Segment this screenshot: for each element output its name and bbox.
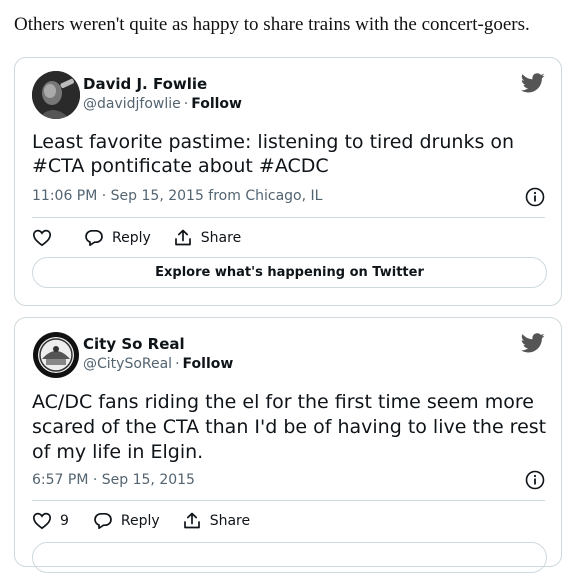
avatar[interactable] [32,331,80,379]
author-name[interactable]: David J. Fowlie [83,75,207,93]
tweet-text: AC/DC fans riding the el for the first t… [32,391,547,463]
tweet-actions: Reply Share [32,226,241,250]
separator: · [175,356,180,372]
reply-label: Reply [112,230,151,246]
avatar[interactable] [32,71,80,119]
author-handle-row: @CitySoReal · Follow [83,356,233,372]
share-label: Share [209,513,251,529]
reply-icon [94,512,112,530]
author-name[interactable]: City So Real [83,335,185,353]
article-intro-text: Others weren't quite as happy to share t… [14,14,530,35]
like-button[interactable] [32,228,60,248]
person-photo-icon [32,71,80,119]
divider [32,500,545,501]
heart-icon [32,229,52,247]
divider [32,217,545,218]
reply-label: Reply [120,513,160,529]
explore-button[interactable] [32,542,547,573]
share-button[interactable]: Share [173,228,241,248]
tweet-text: Least favorite pastime: listening to tir… [32,131,515,177]
heart-icon [32,512,52,530]
like-count: 9 [60,513,69,529]
city-seal-icon [33,332,79,378]
explore-button[interactable]: Explore what's happening on Twitter [32,257,547,288]
tweet-card[interactable]: David J. Fowlie @davidjfowlie · Follow Lea… [14,57,562,306]
separator: · [183,96,189,112]
tweet-timestamp[interactable]: 6:57 PM · Sep 15, 2015 [32,472,195,488]
reply-icon [85,229,103,247]
follow-link[interactable]: Follow [183,356,234,372]
share-icon [174,229,191,246]
twitter-bird-icon[interactable] [521,333,545,355]
like-button[interactable]: 9 [32,511,69,531]
share-label: Share [200,230,242,246]
tweet-card[interactable]: City So Real @CitySoReal · Follow AC/DC fa… [14,317,562,573]
twitter-bird-icon[interactable] [521,73,545,95]
reply-button[interactable]: Reply [93,511,160,531]
info-icon[interactable] [525,470,545,490]
author-handle-row: @davidjfowlie · Follow [83,96,242,112]
reply-button[interactable]: Reply [84,228,151,248]
share-icon [183,512,200,529]
tweet-actions: 9 Reply Share [32,509,250,533]
author-handle[interactable]: @CitySoReal [83,356,172,372]
author-handle[interactable]: @davidjfowlie [83,96,181,112]
info-icon[interactable] [525,187,545,207]
share-button[interactable]: Share [182,511,250,531]
follow-link[interactable]: Follow [191,96,242,112]
tweet-timestamp[interactable]: 11:06 PM · Sep 15, 2015 from Chicago, IL [32,188,322,204]
